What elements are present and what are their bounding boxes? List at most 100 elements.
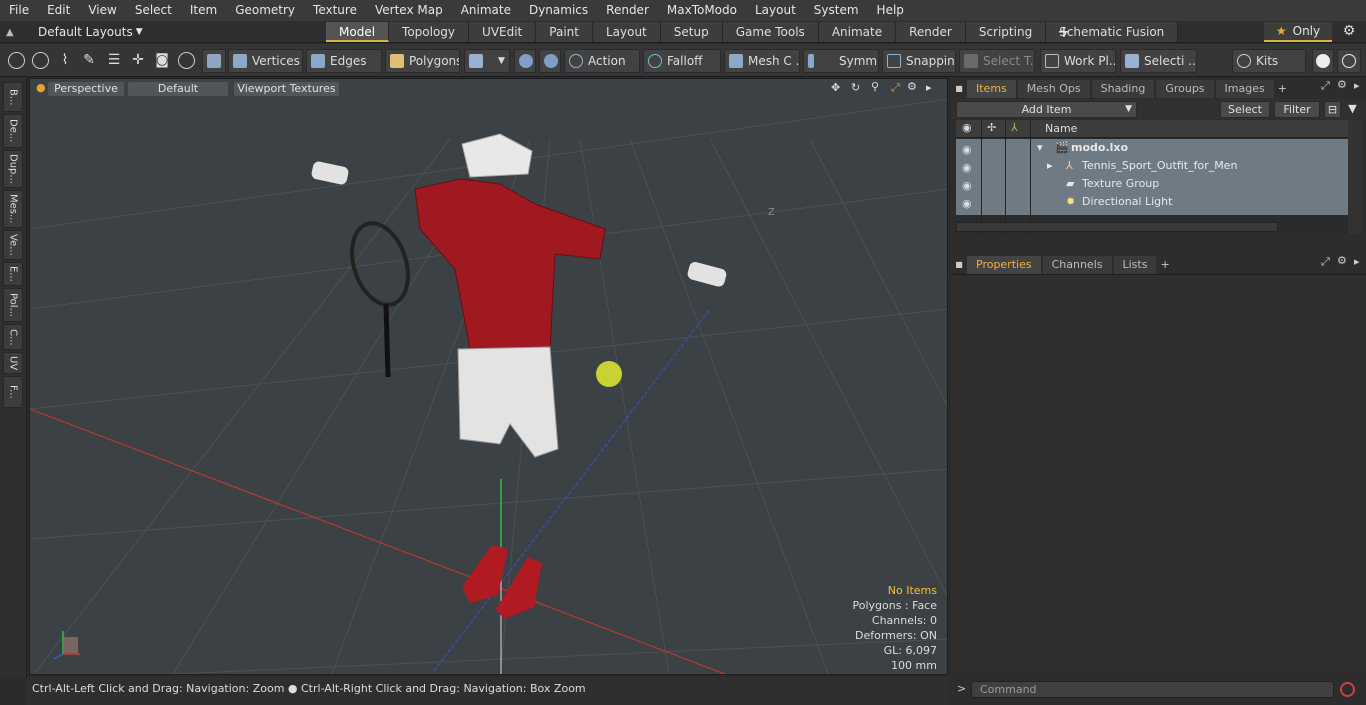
tab-topology[interactable]: Topology [389,22,470,42]
tab-channels[interactable]: Channels [1042,256,1112,274]
select-through-button[interactable]: Select T... [959,49,1035,73]
menu-help[interactable]: Help [868,0,913,21]
filter-funnel-icon[interactable]: ▼ [1344,101,1361,118]
snap-toggle-button[interactable] [514,49,536,73]
viewport-gear-icon[interactable]: ⚙ [907,80,917,93]
tab-uvedit[interactable]: UVEdit [469,22,537,42]
timer-icon[interactable] [178,52,195,69]
panel-expand-icon[interactable]: ⤢ [1321,79,1330,93]
menu-item[interactable]: Item [181,0,226,21]
add-tab-plus-icon[interactable]: + [1056,21,1072,43]
vertices-button[interactable]: Vertices [228,49,303,73]
3d-viewport[interactable]: ● Perspective Default Viewport Textures … [29,78,948,675]
add-item-button[interactable]: Add Item ▼ [956,101,1137,118]
rotate-icon[interactable]: ↻ [851,81,860,94]
tree-row-texture-group[interactable]: ◉ ▰ Texture Group [956,175,1348,193]
add-properties-tab-plus-icon[interactable]: + [1160,256,1169,274]
tab-game-tools[interactable]: Game Tools [722,22,819,42]
vertical-scrollbar[interactable] [1348,120,1361,234]
menu-dynamics[interactable]: Dynamics [520,0,597,21]
tab-setup[interactable]: Setup [660,22,723,42]
eye-icon[interactable]: ◉ [962,177,974,192]
viewport-textures-button[interactable]: Viewport Textures [234,82,339,96]
work-plane-button[interactable]: Work Pl... [1040,49,1116,73]
brush-tool-icon[interactable]: ✎ [80,52,98,70]
tab-animate[interactable]: Animate [818,22,897,42]
maximize-icon[interactable]: ⤢ [891,81,900,95]
selection-sets-button[interactable]: Selecti ... [1120,49,1197,73]
default-layouts-dropdown[interactable]: ▲ Default Layouts ▼ [6,23,143,41]
properties-more-icon[interactable]: ▸ [1354,255,1360,268]
material-mode-button[interactable]: ▼ [464,49,510,73]
left-tab-mesh-edit[interactable]: Mes... [3,190,23,228]
eye-icon[interactable]: ◉ [962,159,974,174]
only-toggle[interactable]: ★ Only [1264,22,1332,42]
align-tool-icon[interactable]: ☰ [105,52,123,70]
viewport-more-icon[interactable]: ▸ [926,81,932,94]
left-tab-deform[interactable]: De... [3,114,23,148]
symmetry-toggle-button[interactable] [539,49,561,73]
tab-items[interactable]: Items [967,80,1016,98]
add-panel-tab-plus-icon[interactable]: + [1278,80,1287,98]
pan-icon[interactable]: ✥ [831,81,840,94]
menu-select[interactable]: Select [126,0,181,21]
tab-images[interactable]: Images [1215,80,1274,98]
menu-file[interactable]: File [0,0,38,21]
menu-geometry[interactable]: Geometry [226,0,304,21]
command-input[interactable]: Command [971,681,1334,698]
panel-gear-icon[interactable]: ⚙ [1337,78,1347,91]
item-mode-button[interactable] [202,49,226,73]
menu-texture[interactable]: Texture [304,0,366,21]
globe-icon[interactable] [32,52,49,69]
left-tab-edge[interactable]: E... [3,262,23,286]
falloff-button[interactable]: Falloff [643,49,721,73]
menu-view[interactable]: View [79,0,125,21]
left-tab-vertex[interactable]: Ve... [3,230,23,260]
menu-layout[interactable]: Layout [746,0,805,21]
left-tab-basic[interactable]: B... [3,82,23,112]
perspective-button[interactable]: Perspective [48,82,124,96]
zoom-icon[interactable]: ⚲ [871,80,879,93]
symmetry-button[interactable]: Symm ... [803,49,879,73]
tab-properties[interactable]: Properties [967,256,1041,274]
left-tab-duplicate[interactable]: Dup... [3,150,23,188]
select-circle-icon[interactable] [8,52,25,69]
expand-arrow-icon[interactable]: ▾ [1037,139,1043,157]
properties-gear-icon[interactable]: ⚙ [1337,254,1347,267]
name-column-header[interactable]: Name [1045,122,1077,135]
tab-scripting[interactable]: Scripting [965,22,1047,42]
menu-edit[interactable]: Edit [38,0,79,21]
tab-layout[interactable]: Layout [592,22,661,42]
gear-icon[interactable]: ⚙ [1340,23,1358,41]
polygons-button[interactable]: Polygons [385,49,460,73]
viewport-menu-dot-icon[interactable]: ● [36,81,46,94]
tab-mesh-ops[interactable]: Mesh Ops [1017,80,1090,98]
horizontal-scrollbar[interactable] [956,222,1278,232]
menu-system[interactable]: System [805,0,868,21]
unreal-button[interactable] [1337,49,1361,73]
menu-animate[interactable]: Animate [452,0,520,21]
tree-row-directional-light[interactable]: ◉ ✹ Directional Light [956,193,1348,211]
left-tab-polygon[interactable]: Pol... [3,288,23,322]
record-icon[interactable] [1340,682,1355,697]
left-tab-fusion[interactable]: F... [3,376,23,408]
tab-model[interactable]: Model [326,22,390,42]
left-tab-uv[interactable]: UV [3,352,23,374]
tab-paint[interactable]: Paint [536,22,593,42]
properties-expand-icon[interactable]: ⤢ [1321,255,1330,269]
pen-tool-icon[interactable]: ⌇ [56,52,74,70]
collapse-all-button[interactable]: ⊟ [1324,101,1341,118]
tab-shading[interactable]: Shading [1091,80,1155,98]
menu-vertex-map[interactable]: Vertex Map [366,0,452,21]
tree-row-mesh[interactable]: ◉ ▸ ⅄ Tennis_Sport_Outfit_for_Men [956,157,1348,175]
tab-groups[interactable]: Groups [1156,80,1214,98]
default-shading-button[interactable]: Default [128,82,228,96]
element-tool-icon[interactable]: ◙ [153,52,171,70]
collapse-arrow-icon[interactable]: ▲ [6,27,20,38]
menu-maxtomodo[interactable]: MaxToModo [658,0,746,21]
menu-render[interactable]: Render [597,0,658,21]
tree-row-scene[interactable]: ◉ ▾ 🎬 modo.lxo [956,139,1348,157]
filter-button[interactable]: Filter [1274,101,1320,118]
properties-menu-dot-icon[interactable]: ■ [951,256,967,274]
eye-icon[interactable]: ◉ [962,195,974,210]
